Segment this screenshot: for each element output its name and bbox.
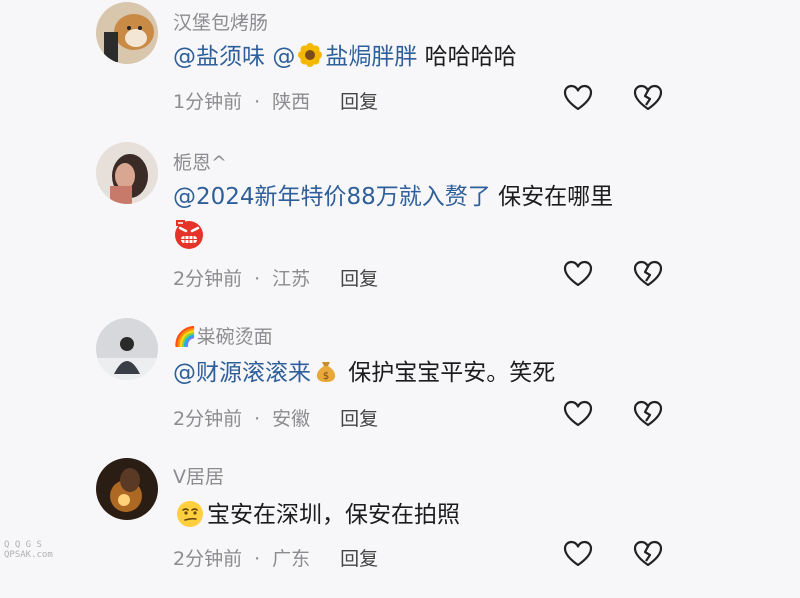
broken-heart-outline-icon[interactable]	[632, 258, 664, 290]
svg-text:$: $	[323, 371, 329, 382]
broken-heart-outline-icon[interactable]	[632, 538, 664, 570]
username[interactable]: V居居	[173, 462, 224, 489]
reply-button[interactable]: 回复	[340, 264, 378, 291]
mention-link[interactable]: @盐须味	[173, 44, 265, 70]
username[interactable]: 🌈粜碗烫面	[173, 322, 273, 349]
username[interactable]: 栀恩^	[173, 148, 227, 175]
heart-outline-icon[interactable]	[562, 398, 594, 430]
comment-meta: 2分钟前 · 安徽 回复	[173, 404, 378, 431]
mention-link[interactable]: @财源滚滚来	[173, 360, 311, 386]
comment-body: 保护宝宝平安。笑死	[341, 360, 556, 386]
mention-link[interactable]: @ 盐焗胖胖	[272, 43, 417, 70]
comment-text: @2024新年特价88万就入赘了 保安在哪里	[173, 180, 613, 250]
avatar[interactable]	[96, 458, 158, 520]
broken-heart-outline-icon[interactable]	[632, 82, 664, 114]
watermark-line: QPSAK.com	[4, 550, 53, 560]
location: 江苏	[272, 268, 311, 290]
comment-meta: 1分钟前 · 陕西 回复	[173, 87, 378, 114]
heart-outline-icon[interactable]	[562, 258, 594, 290]
comment-text: 宝安在深圳，保安在拍照	[173, 498, 460, 532]
comment-body: 宝安在深圳，保安在拍照	[207, 502, 460, 528]
separator-dot: ·	[254, 408, 261, 430]
heart-outline-icon[interactable]	[562, 538, 594, 570]
comment-meta: 2分钟前 · 江苏 回复	[173, 264, 378, 291]
avatar[interactable]	[96, 318, 158, 380]
sunflower-icon	[298, 43, 323, 67]
comment-meta: 2分钟前 · 广东 回复	[173, 544, 378, 571]
avatar[interactable]	[96, 142, 158, 204]
timestamp: 2分钟前	[173, 268, 243, 290]
username[interactable]: 汉堡包烤肠	[173, 8, 268, 35]
heart-outline-icon[interactable]	[562, 82, 594, 114]
watermark: Q Q G S QPSAK.com	[4, 540, 53, 560]
comment-body: 保安在哪里	[490, 184, 614, 210]
mention-link[interactable]: @2024新年特价88万就入赘了	[173, 184, 491, 210]
timestamp: 2分钟前	[173, 548, 243, 570]
reply-button[interactable]: 回复	[340, 544, 378, 571]
timestamp: 1分钟前	[173, 91, 243, 113]
separator-dot: ·	[254, 548, 261, 570]
reply-button[interactable]: 回复	[340, 87, 378, 114]
smirk-face-icon	[177, 501, 203, 527]
broken-heart-outline-icon[interactable]	[632, 398, 664, 430]
location: 安徽	[272, 408, 311, 430]
location: 广东	[272, 548, 311, 570]
angry-face-icon	[175, 220, 203, 249]
money-bag-icon: $	[316, 362, 336, 382]
reply-button[interactable]: 回复	[340, 404, 378, 431]
separator-dot: ·	[254, 91, 261, 113]
avatar[interactable]	[96, 2, 158, 64]
comment-text: @财源滚滚来 $ 保护宝宝平安。笑死	[173, 356, 555, 390]
timestamp: 2分钟前	[173, 408, 243, 430]
separator-dot: ·	[254, 268, 261, 290]
location: 陕西	[272, 91, 311, 113]
comment-text: @盐须味 @ 盐焗胖胖 哈哈哈哈	[173, 40, 517, 74]
comment-body: 哈哈哈哈	[424, 44, 517, 70]
watermark-line: Q Q G S	[4, 540, 42, 550]
